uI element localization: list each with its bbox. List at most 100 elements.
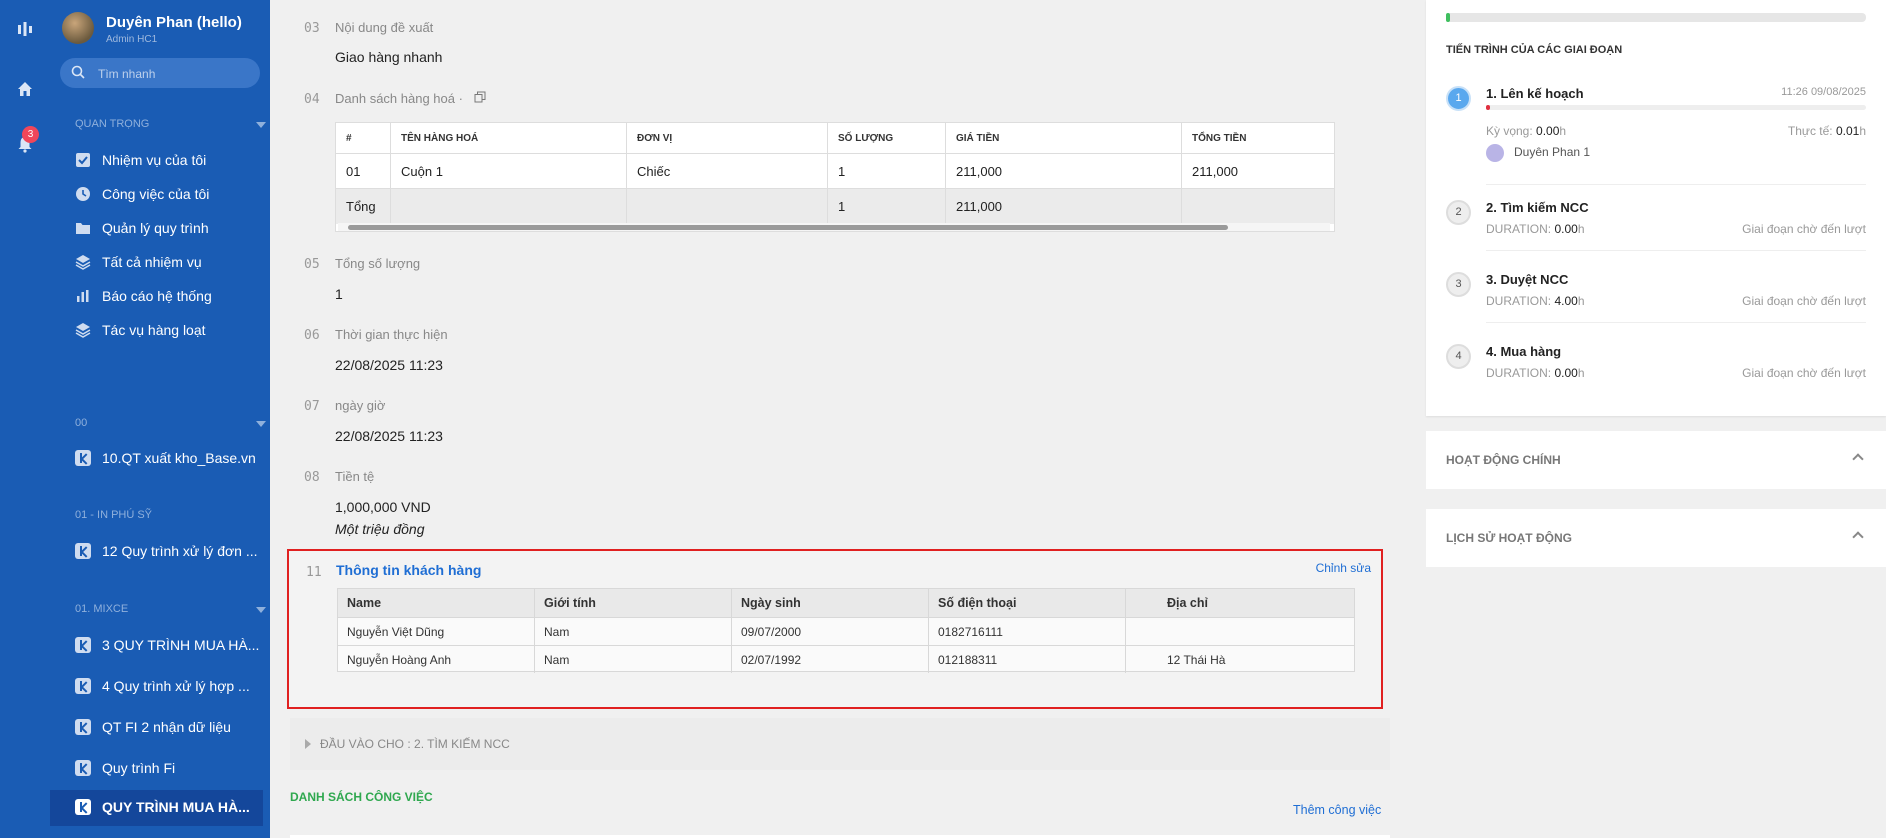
overall-progress-bar — [1446, 13, 1866, 22]
column-header: TÊN HÀNG HOÁ — [391, 123, 627, 153]
sidebar-item-my-work[interactable]: Công việc của tôi — [50, 177, 270, 211]
field-number: 03 — [304, 21, 320, 36]
table-cell: 211,000 — [946, 154, 1182, 188]
sidebar-item-workflow[interactable]: Quy trình Fi — [50, 751, 270, 785]
customer-table: Name Giới tính Ngày sinh Số điện thoại N… — [337, 588, 1159, 673]
table-cell — [627, 189, 828, 224]
layers-icon — [75, 323, 91, 338]
search-icon — [71, 65, 85, 79]
field-label: ngày giờ — [335, 398, 386, 413]
sidebar-item-all-tasks[interactable]: Tất cả nhiệm vụ — [50, 245, 270, 279]
activity-history-panel[interactable]: LỊCH SỬ HOẠT ĐỘNG — [1426, 509, 1886, 567]
sidebar-item-workflow[interactable]: 3 QUY TRÌNH MUA HÀ... — [50, 628, 270, 662]
table-cell: 0182716111 — [929, 618, 1126, 645]
table-cell: 01 — [336, 154, 391, 188]
table-row: 01 Cuộn 1 Chiếc 1 211,000 211,000 — [336, 153, 1334, 188]
app-logo-icon[interactable] — [0, 20, 50, 41]
sidebar-item-workflow[interactable]: 4 Quy trình xử lý hợp ... — [50, 669, 270, 703]
column-header: GIÁ TIỀN — [946, 123, 1182, 153]
field-value: 22/08/2025 11:23 — [335, 357, 443, 373]
table-cell: Chiếc — [627, 154, 828, 188]
progress-fill — [1486, 105, 1490, 110]
user-profile[interactable]: Duyên Phan (hello) Admin HC1 — [62, 12, 267, 48]
table-row[interactable]: Nguyễn Hoàng Anh Nam 02/07/1992 01218831… — [338, 645, 1158, 673]
column-header: ĐƠN VỊ — [627, 123, 828, 153]
sidebar-item-label: Công việc của tôi — [102, 186, 210, 202]
stage-name: 3. Duyệt NCC — [1486, 272, 1569, 287]
column-header: Số điện thoại — [929, 589, 1126, 617]
sidebar-item-workflow[interactable]: 12 Quy trình xử lý đơn ... — [50, 534, 270, 568]
detail-content: 03 Nội dung đề xuất Giao hàng nhanh 04 D… — [290, 0, 1390, 838]
input-for-label: ĐẦU VÀO CHO : 2. TÌM KIẾM NCC — [320, 737, 510, 751]
chevron-down-icon[interactable] — [256, 421, 266, 427]
stage-duration: DURATION: 4.00h — [1486, 294, 1585, 308]
section-title-quan-trong: QUAN TRỌNG — [75, 118, 150, 130]
scrollbar-thumb[interactable] — [348, 225, 1228, 230]
table-cell: 1 — [828, 189, 946, 224]
sidebar-item-label: Tất cả nhiệm vụ — [102, 254, 202, 270]
home-icon[interactable] — [0, 80, 50, 101]
avatar — [1486, 144, 1504, 162]
copy-icon[interactable] — [474, 91, 486, 103]
stage-assignee[interactable]: Duyên Phan 1 — [1486, 144, 1590, 162]
edit-link[interactable]: Chỉnh sửa — [1316, 561, 1371, 575]
field-label: Thời gian thực hiện — [335, 327, 448, 342]
chevron-up-icon[interactable] — [1852, 453, 1864, 465]
field-number: 04 — [304, 92, 320, 107]
stage-status: Giai đoạn chờ đến lượt — [1742, 366, 1866, 380]
table-cell — [1182, 189, 1334, 224]
sidebar-item-label: QUY TRÌNH MUA HÀ... — [102, 799, 250, 815]
table-cell: 012188311 — [929, 646, 1126, 673]
table-cell: Tổng — [336, 189, 391, 224]
field-number: 06 — [304, 328, 320, 343]
sidebar-item-bulk-actions[interactable]: Tác vụ hàng loạt — [50, 313, 270, 347]
progress-fill — [1446, 13, 1451, 22]
stage-number: 3 — [1446, 272, 1471, 297]
section-title-00: 00 — [75, 417, 88, 429]
sidebar-item-label: Quy trình Fi — [102, 760, 176, 776]
stage-duration: DURATION: 0.00h — [1486, 366, 1585, 380]
sidebar-item-label: 3 QUY TRÌNH MUA HÀ... — [102, 637, 260, 653]
caret-right-icon — [305, 739, 311, 749]
horizontal-scrollbar[interactable] — [338, 223, 1330, 231]
table-cell — [1126, 618, 1158, 645]
sidebar-item-my-tasks[interactable]: Nhiệm vụ của tôi — [50, 143, 270, 177]
table-cell: 09/07/2000 — [732, 618, 929, 645]
folder-icon — [76, 223, 90, 234]
workflow-icon — [75, 760, 91, 776]
search-input[interactable]: Tìm nhanh — [60, 58, 260, 88]
table-cell: Nam — [535, 618, 732, 645]
field-number: 07 — [304, 399, 320, 414]
chevron-down-icon[interactable] — [256, 122, 266, 128]
sidebar-item-workflow[interactable]: QT FI 2 nhận dữ liệu — [50, 710, 270, 744]
add-task-link[interactable]: Thêm công việc — [1293, 803, 1381, 817]
chevron-up-icon[interactable] — [1852, 531, 1864, 543]
input-for-stage-toggle[interactable]: ĐẦU VÀO CHO : 2. TÌM KIẾM NCC — [290, 718, 1390, 770]
field-value: Giao hàng nhanh — [335, 49, 443, 65]
table-cell: 211,000 — [1192, 163, 1239, 179]
right-panel: TIẾN TRÌNH CỦA CÁC GIAI ĐOẠN 1 1. Lên kế… — [1426, 0, 1886, 838]
stage-status: Giai đoạn chờ đến lượt — [1742, 222, 1866, 236]
divider — [1486, 250, 1866, 251]
sidebar-item-system-report[interactable]: Báo cáo hệ thống — [50, 279, 270, 313]
stage-status: Giai đoạn chờ đến lượt — [1742, 294, 1866, 308]
layers-icon — [75, 255, 91, 270]
field-value: 1,000,000 VND — [335, 499, 431, 515]
sidebar-item-label: Quản lý quy trình — [102, 220, 209, 236]
sidebar-item-active-workflow[interactable]: QUY TRÌNH MUA HÀ... — [50, 790, 263, 826]
column-header: Name — [338, 589, 535, 617]
panel-title: LỊCH SỬ HOẠT ĐỘNG — [1446, 531, 1572, 545]
table-cell: Cuộn 1 — [391, 154, 627, 188]
stage-progress-card: TIẾN TRÌNH CỦA CÁC GIAI ĐOẠN 1 1. Lên kế… — [1426, 0, 1886, 416]
sidebar-item-label: 4 Quy trình xử lý hợp ... — [102, 678, 250, 694]
stage-expected: Kỳ vọng: 0.00h — [1486, 124, 1567, 138]
sidebar: Duyên Phan (hello) Admin HC1 Tìm nhanh Q… — [50, 0, 270, 838]
chevron-down-icon[interactable] — [256, 607, 266, 613]
sidebar-item-label: Nhiệm vụ của tôi — [102, 152, 207, 168]
main-activity-panel[interactable]: HOẠT ĐỘNG CHÍNH — [1426, 431, 1886, 489]
field-label: Tiền tệ — [335, 469, 375, 484]
table-row[interactable]: Nguyễn Việt Dũng Nam 09/07/2000 01827161… — [338, 617, 1158, 645]
sidebar-item-process-management[interactable]: Quản lý quy trình — [50, 211, 270, 245]
sidebar-item-workflow[interactable]: 10.QT xuất kho_Base.vn — [50, 441, 270, 475]
table-cell: Nam — [535, 646, 732, 673]
